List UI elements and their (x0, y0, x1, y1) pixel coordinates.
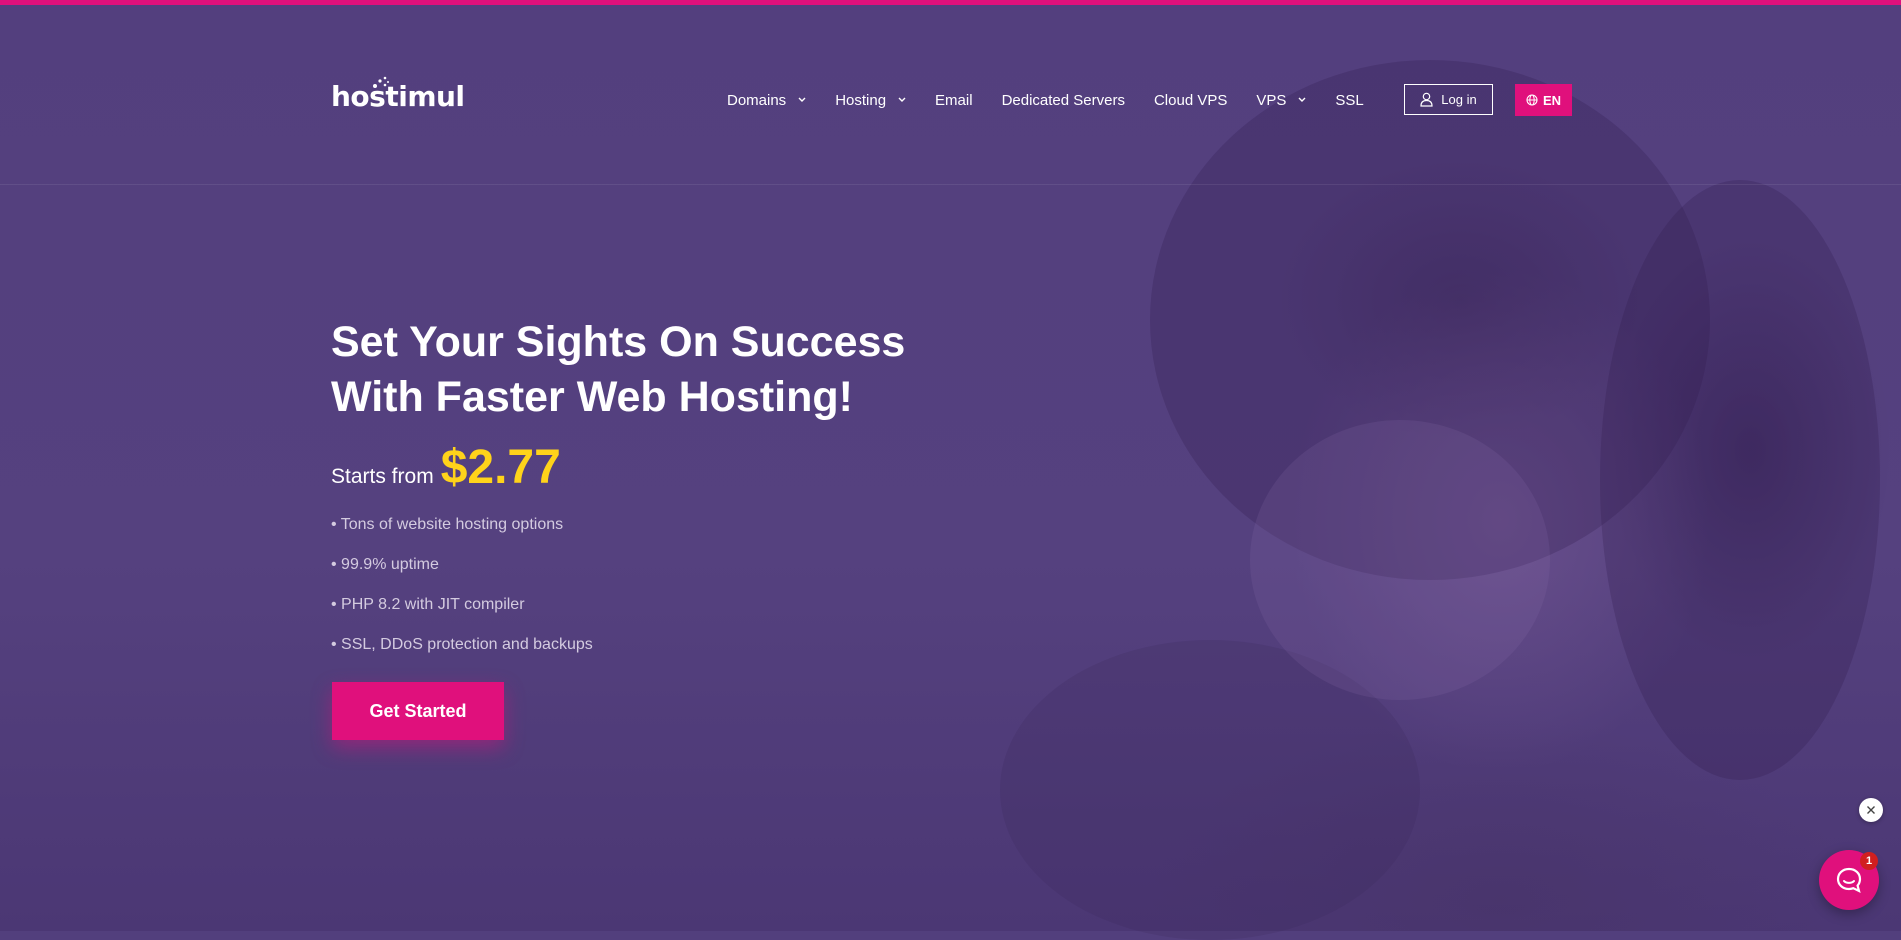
main-nav: Domains Hosting Email Dedicated Servers … (727, 91, 1393, 109)
chevron-down-icon (798, 97, 806, 102)
nav-item-label: Dedicated Servers (1001, 91, 1125, 109)
nav-item-dedicated-servers[interactable]: Dedicated Servers (1002, 92, 1125, 109)
language-label: EN (1542, 92, 1562, 108)
chat-notification-badge: 1 (1860, 852, 1878, 870)
login-button[interactable]: Log in (1404, 84, 1493, 115)
chat-close-button[interactable] (1859, 798, 1883, 822)
nav-item-ssl[interactable]: SSL (1335, 92, 1363, 109)
close-icon (1867, 806, 1875, 814)
nav-item-hosting[interactable]: Hosting (835, 92, 906, 109)
background-photo-shape (1250, 420, 1550, 700)
feature-list: • Tons of website hosting options • 99.9… (331, 514, 593, 674)
site-logo[interactable]: hostimul (331, 76, 465, 113)
feature-item: • PHP 8.2 with JIT compiler (331, 596, 525, 613)
logo-text: hostimul (331, 80, 465, 113)
get-started-button[interactable]: Get Started (332, 682, 504, 740)
login-label: Log in (1441, 92, 1477, 107)
nav-item-email[interactable]: Email (935, 92, 973, 109)
hero-title-line-1: Set Your Sights On Success (331, 318, 906, 366)
hero-title-line-2: With Faster Web Hosting! (331, 373, 853, 421)
nav-item-label: SSL (1335, 91, 1364, 109)
site-header: hostimul Domains Hosting Email Dedicated… (0, 5, 1901, 185)
nav-item-label: Email (935, 91, 973, 109)
nav-item-domains[interactable]: Domains (727, 92, 806, 109)
nav-item-vps[interactable]: VPS (1256, 92, 1306, 109)
nav-item-label: Domains (727, 91, 787, 109)
nav-item-label: VPS (1256, 91, 1287, 109)
feature-item: • Tons of website hosting options (331, 516, 564, 533)
chevron-down-icon (1298, 97, 1306, 102)
nav-item-label: Cloud VPS (1153, 91, 1228, 109)
starts-from-label: Starts from (331, 465, 434, 488)
logo-dots-icon (373, 76, 389, 88)
nav-item-cloud-vps[interactable]: Cloud VPS (1154, 92, 1227, 109)
feature-item: • SSL, DDoS protection and backups (331, 636, 593, 653)
hero-title: Set Your Sights On Success With Faster W… (331, 315, 1031, 425)
chevron-down-icon (898, 97, 906, 102)
feature-item: • 99.9% uptime (331, 556, 439, 573)
price-value: $2.77 (440, 441, 561, 494)
language-selector[interactable]: EN (1515, 84, 1572, 116)
price-line: Starts from $2.77 (331, 440, 561, 495)
background-photo-shape (1600, 180, 1880, 780)
chat-bubble-icon (1836, 867, 1862, 894)
globe-icon (1526, 94, 1538, 106)
nav-item-label: Hosting (835, 91, 887, 109)
user-icon (1420, 92, 1433, 107)
